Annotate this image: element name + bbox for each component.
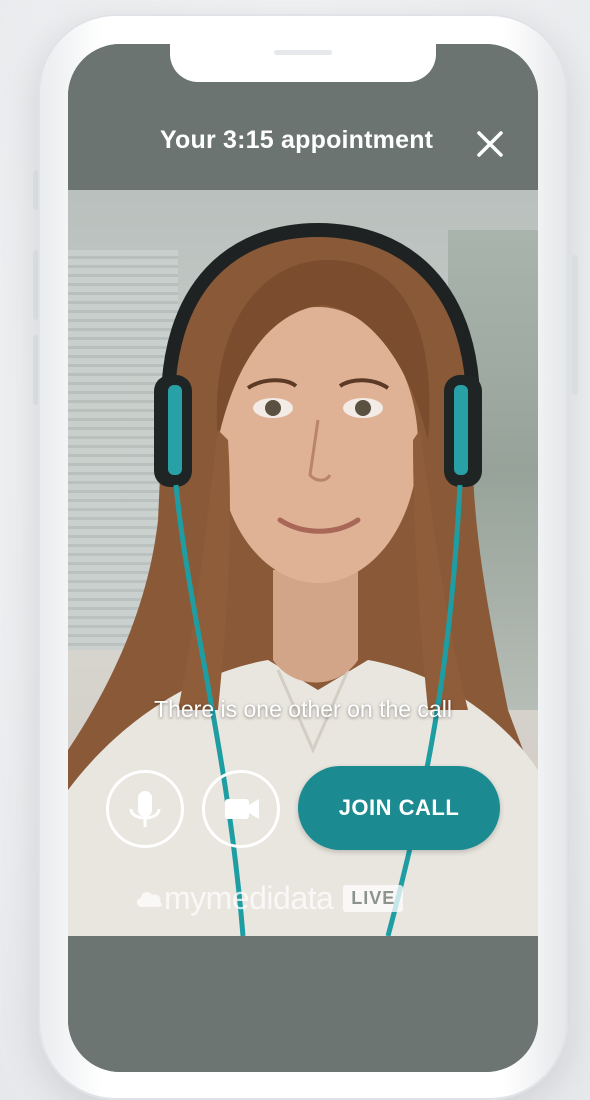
cloud-icon <box>136 892 162 907</box>
phone-speaker <box>274 50 332 55</box>
phone-power-button <box>572 255 578 395</box>
brand-logo: mymedidata LIVE <box>134 878 404 918</box>
appointment-title: Your 3:15 appointment <box>160 126 434 154</box>
brand-name: mymedidata <box>164 879 334 916</box>
video-camera-icon <box>225 799 259 819</box>
close-icon[interactable] <box>474 128 506 160</box>
footer-bar <box>68 936 538 1072</box>
live-badge: LIVE <box>343 884 404 912</box>
join-call-button[interactable]: JOIN CALL <box>298 766 500 850</box>
camera-toggle-button[interactable] <box>202 770 280 848</box>
video-call-screen: Your 3:15 appointment There is one other… <box>68 44 538 1072</box>
phone-notch <box>170 40 436 82</box>
microphone-icon <box>129 791 161 827</box>
microphone-toggle-button[interactable] <box>106 770 184 848</box>
video-preview: There is one other on the call JOIN CALL <box>68 190 538 936</box>
call-status-text: There is one other on the call <box>154 696 452 722</box>
device-mockup: Your 3:15 appointment There is one other… <box>0 0 590 1100</box>
